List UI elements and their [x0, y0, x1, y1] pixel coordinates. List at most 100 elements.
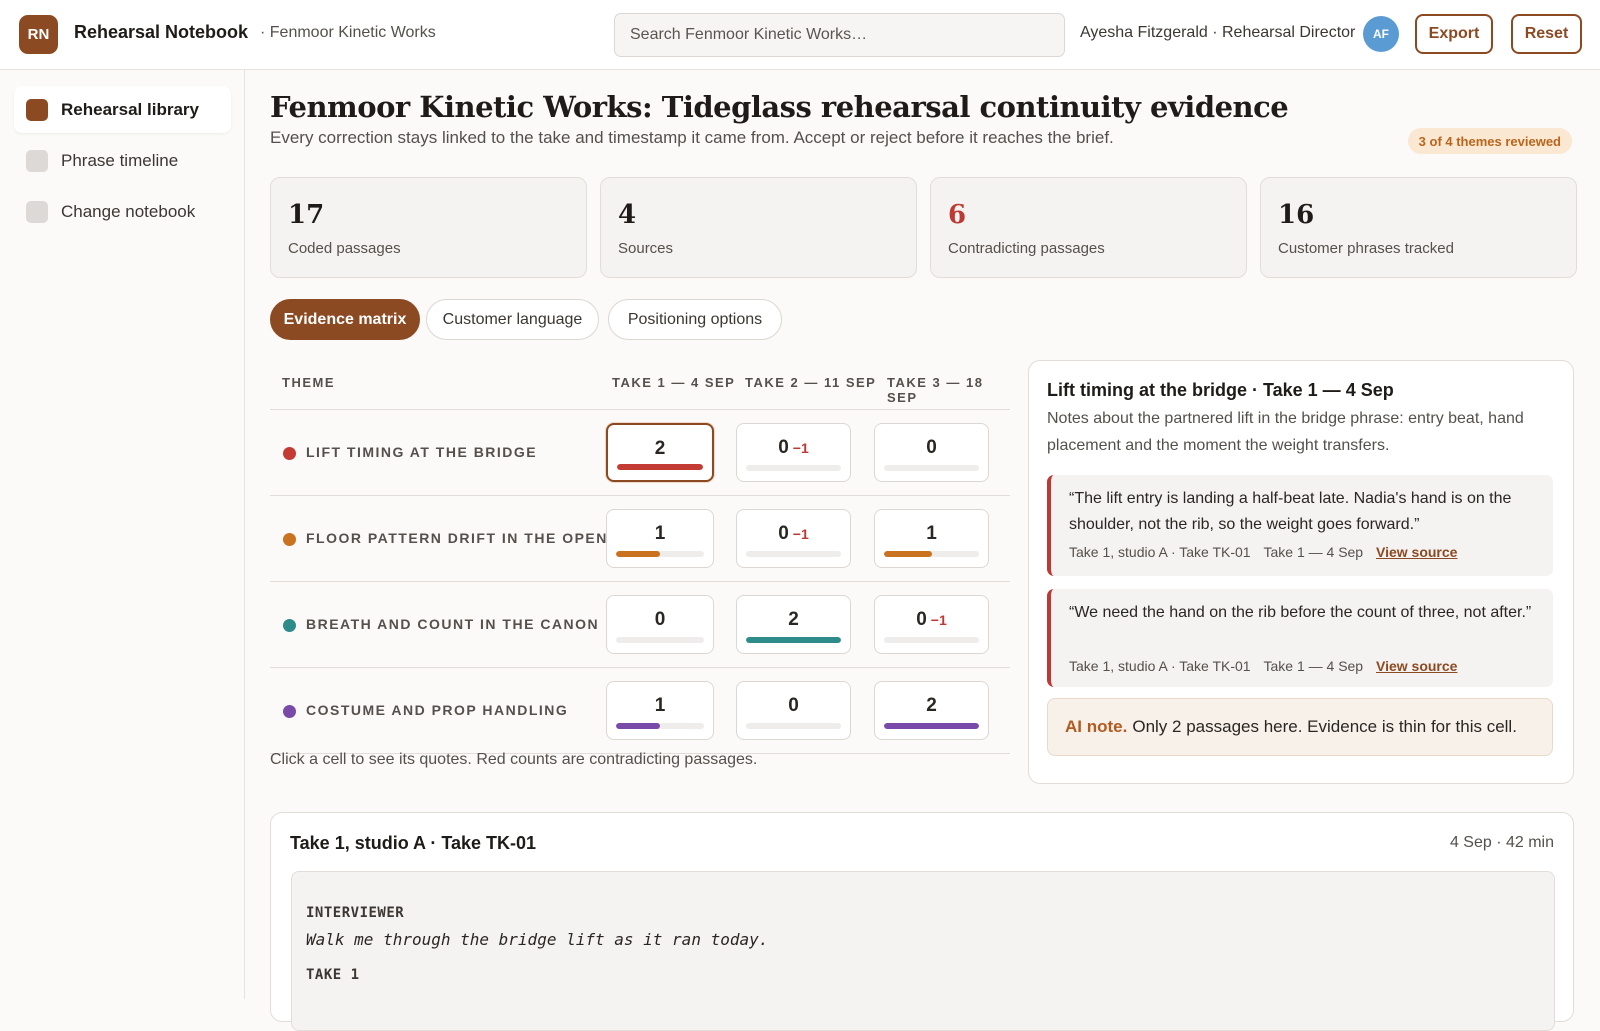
search-box[interactable] [614, 13, 1065, 57]
transcript-title: Take 1, studio A · Take TK-01 [290, 833, 537, 853]
sidebar-item-phrase-timeline[interactable]: Phrase timeline [14, 137, 231, 184]
cell-count: 0 [788, 695, 799, 716]
export-button[interactable]: Export [1415, 14, 1493, 54]
column-header-take1: TAKE 1 — 4 SEP [612, 375, 736, 390]
theme-label: LIFT TIMING AT THE BRIDGE [306, 444, 538, 460]
contradiction-count: −1 [792, 526, 809, 542]
matrix-cell[interactable]: 0 −1 [736, 509, 851, 568]
column-header-take2: TAKE 2 — 11 SEP [745, 375, 877, 390]
sidebar-item-label: Phrase timeline [61, 150, 179, 170]
stat-card-coded-passages: 17 Coded passages [270, 177, 587, 278]
cell-count: 1 [926, 523, 937, 544]
theme-color-dot [283, 705, 296, 718]
transcript-meta: 4 Sep · 42 min [1449, 834, 1554, 851]
matrix-row: FLOOR PATTERN DRIFT IN THE OPENING 1 0 −1 1 [270, 496, 1010, 582]
stat-label: Sources [618, 240, 674, 257]
tab-evidence-matrix[interactable]: Evidence matrix [270, 299, 420, 340]
transcript-body[interactable]: INTERVIEWER Walk me through the bridge l… [291, 871, 1555, 1031]
ai-note: AI note. Only 2 passages here. Evidence … [1047, 698, 1553, 756]
cell-count-wrap: 1 [607, 695, 713, 717]
cell-count-wrap: 2 [875, 695, 988, 717]
library-icon [26, 98, 48, 121]
cell-count-wrap: 2 [737, 609, 850, 631]
matrix-cell[interactable]: 1 [606, 681, 714, 740]
matrix-cell[interactable]: 1 [606, 509, 714, 568]
cell-count-wrap: 0 −1 [737, 437, 850, 459]
transcript-speaker: TAKE 1 [306, 967, 360, 983]
matrix-cell[interactable]: 2 [736, 595, 851, 654]
cell-count: 1 [654, 695, 666, 716]
stat-value: 6 [948, 200, 967, 230]
review-status-badge: 3 of 4 themes reviewed [1407, 128, 1572, 154]
cell-detail-panel: Lift timing at the bridge · Take 1 — 4 S… [1028, 360, 1574, 784]
cell-bar-fill [616, 723, 660, 729]
theme-color-dot [283, 533, 296, 546]
stat-card-contradicting-passages: 6 Contradicting passages [930, 177, 1247, 278]
cell-count-wrap: 2 [608, 438, 712, 460]
stat-value: 4 [618, 200, 637, 230]
matrix-header: THEME TAKE 1 — 4 SEP TAKE 2 — 11 SEP TAK… [270, 360, 1010, 410]
contradiction-count: −1 [930, 612, 947, 628]
quote-text: “The lift entry is landing a half-beat l… [1069, 490, 1512, 533]
cell-count: 0 [654, 609, 666, 630]
column-header-theme: THEME [282, 375, 335, 390]
cell-count-wrap: 1 [875, 523, 988, 545]
stat-card-sources: 4 Sources [600, 177, 917, 278]
cell-count: 0 [778, 523, 789, 544]
matrix-cell[interactable]: 0 [606, 595, 714, 654]
cell-bar-track [884, 637, 979, 643]
page-title: Fenmoor Kinetic Works: Tideglass rehears… [270, 90, 1289, 124]
sidebar-item-label: Change notebook [61, 201, 196, 221]
quote-text: “We need the hand on the rib before the … [1069, 604, 1532, 621]
cell-count-wrap: 0 [737, 695, 850, 717]
matrix-cell[interactable]: 0 −1 [874, 595, 989, 654]
cell-bar-track [746, 637, 841, 643]
notebook-icon [26, 200, 48, 223]
ai-note-label: AI note. [1065, 717, 1128, 736]
quote-card: “We need the hand on the rib before the … [1047, 589, 1553, 687]
tab-positioning-options[interactable]: Positioning options [608, 299, 782, 340]
reset-button[interactable]: Reset [1511, 14, 1582, 54]
detail-title: Lift timing at the bridge · Take 1 — 4 S… [1047, 380, 1394, 400]
workspace-name: · Fenmoor Kinetic Works [260, 24, 436, 41]
sidebar-item-rehearsal-library[interactable]: Rehearsal library [14, 86, 231, 133]
user-label: Ayesha Fitzgerald · Rehearsal Director [1080, 24, 1356, 41]
main-content: Fenmoor Kinetic Works: Tideglass rehears… [246, 70, 1600, 1031]
cell-bar-track [746, 723, 841, 729]
transcript-panel: Take 1, studio A · Take TK-01 4 Sep · 42… [270, 812, 1574, 1031]
theme-label: BREATH AND COUNT IN THE CANON [306, 616, 600, 632]
tab-customer-language[interactable]: Customer language [426, 299, 599, 340]
quote-source: Take 1, studio A · Take TK-01 [1069, 658, 1251, 674]
stat-label: Coded passages [288, 240, 401, 257]
matrix-row: COSTUME AND PROP HANDLING 1 0 2 [270, 668, 1010, 754]
cell-bar-track [616, 637, 704, 643]
cell-bar-fill [746, 637, 841, 643]
sidebar: Rehearsal library Phrase timeline Change… [0, 70, 245, 999]
matrix-cell[interactable]: 0 −1 [736, 423, 851, 482]
cell-bar-track [884, 465, 979, 471]
matrix-row: BREATH AND COUNT IN THE CANON 0 2 0 −1 [270, 582, 1010, 668]
ai-note-text: Only 2 passages here. Evidence is thin f… [1132, 717, 1517, 736]
cell-bar-fill [616, 551, 660, 557]
matrix-cell[interactable]: 0 [874, 423, 989, 482]
view-source-link[interactable]: View source [1376, 544, 1457, 560]
view-source-link[interactable]: View source [1376, 658, 1457, 674]
search-input[interactable] [615, 14, 1064, 56]
matrix-cell[interactable]: 2 [874, 681, 989, 740]
cell-bar-track [616, 551, 704, 557]
avatar[interactable]: AF [1363, 16, 1399, 52]
cell-count: 0 [778, 437, 789, 458]
app-logo: RN [19, 15, 58, 54]
matrix-cell[interactable]: 0 [736, 681, 851, 740]
cell-bar-track [746, 465, 841, 471]
matrix-cell[interactable]: 2 [606, 423, 714, 482]
stat-value: 17 [288, 200, 325, 230]
stat-value: 16 [1278, 200, 1315, 230]
transcript-line: Walk me through the bridge lift as it ra… [306, 930, 769, 949]
sidebar-item-change-notebook[interactable]: Change notebook [14, 188, 231, 235]
cell-bar-track [884, 723, 979, 729]
cell-count: 2 [788, 609, 799, 630]
cell-bar-track [746, 551, 841, 557]
matrix-cell[interactable]: 1 [874, 509, 989, 568]
cell-bar-track [884, 551, 979, 557]
